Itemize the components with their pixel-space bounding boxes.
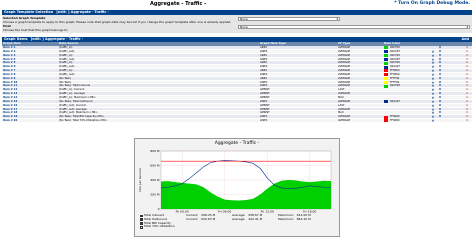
x-tick-label: Fri 06:00 [218,210,231,214]
legend-current: Current: 630.63 M [186,216,216,221]
data-source-cell: (No Task): Total 70% Utilization<HR> [59,119,108,123]
page-title: Aggregate - Traffic - [150,1,207,7]
graph-preview: Aggregate - Traffic - 800 M 600 M 400 M 200… [134,138,340,237]
legend-maximum: Maximum: 682.42 M [278,216,311,221]
legend-swatch [140,226,143,229]
graph-items-table: Item # 1 (traffic_in): AREA AVERAGE 00CF00 ▼ ✕… [2,46,472,123]
template-selection-panel: Selected Graph Template Choose a graph t… [2,15,472,33]
graph-item-type-cell: LINE1 [260,119,268,123]
item-color-hex: FF0000 [390,119,400,123]
column-data-source: Data Source [59,41,79,45]
graph-item-link[interactable]: Item # 20 [3,119,17,123]
y-tick-label: 800 M [150,149,160,153]
y-tick-label: 400 M [150,178,160,182]
column-graph-item-type: Graph Item Type [260,41,286,45]
template-selection-title: Graph Template Selection [4,10,54,14]
y-tick-label: 0 [158,207,160,211]
y-axis-label: bits per second [138,168,142,191]
template-selection-suffix[interactable]: [edit: ] Aggregate - Traffic - [56,10,108,14]
host-select[interactable]: None [238,25,470,29]
column-graph-item: Graph Item [3,41,21,45]
host-desc: Choose the host that this graph belongs … [3,28,69,32]
table-row: Item # 20 (No Task): Total 70% Utilizatio… [2,119,472,123]
legend-entry: Total 70% Utilization [140,224,175,229]
legend-label: Total 70% Utilization [144,224,175,229]
legend-average: Average: 442.41 M [232,216,263,221]
column-cf-type: CF Type [338,41,351,45]
move-up-icon[interactable]: ▲ [432,119,434,123]
graph-template-select[interactable]: None [238,17,340,21]
x-tick-label: Fri 12:00 [261,210,274,214]
delete-item-icon[interactable]: ✕ [466,119,468,123]
y-tick-label: 600 M [150,164,160,168]
graph-legend: Total Inbound Current: 298.25 M Average: 2… [140,213,311,229]
y-tick-label: 200 M [150,193,160,197]
debug-mode-link[interactable]: * Turn On Graph Debug Mode. [394,1,470,6]
selected-template-label-block: Selected Graph Template Choose a graph t… [3,16,231,24]
host-label-block: Host Choose the host that this graph bel… [3,24,68,32]
item-color-swatch [384,119,388,123]
column-item-color: Item Color [384,41,401,45]
graph-items-column-header: Graph Item Data Source Graph Item Type C… [2,41,472,46]
cf-type-cell: AVERAGE [338,119,351,123]
title-bar: Aggregate - Traffic - * Turn On Graph De… [0,0,474,9]
